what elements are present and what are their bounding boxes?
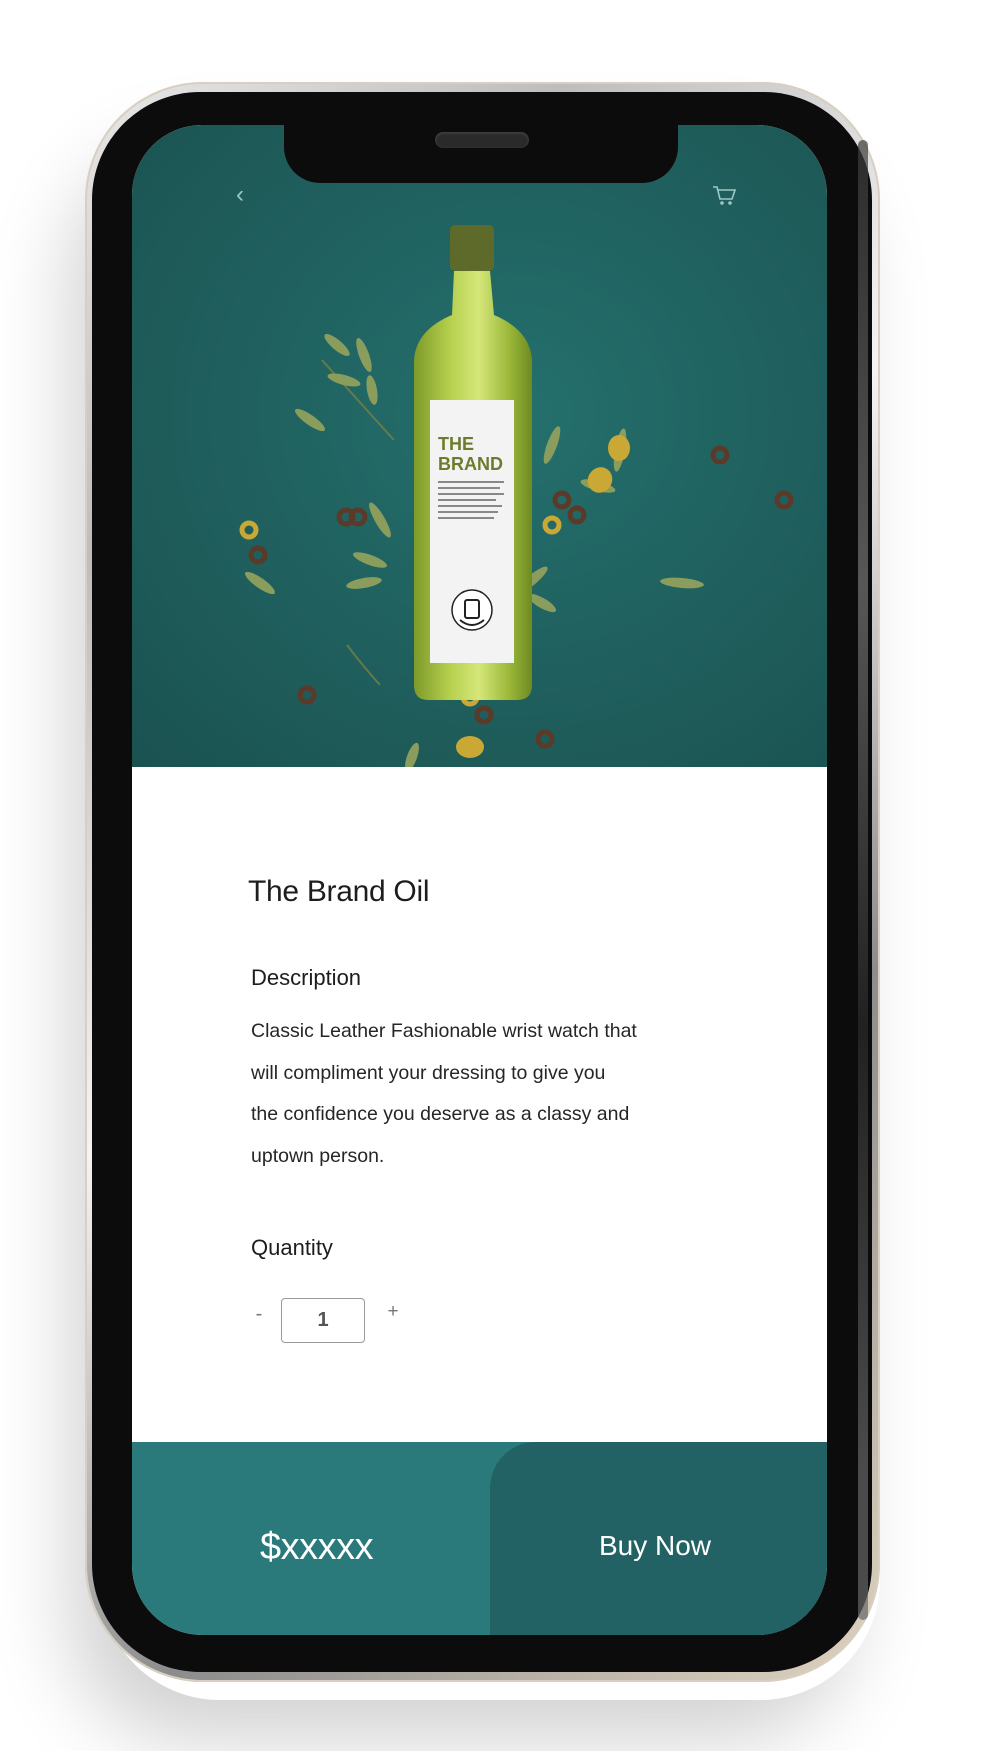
quantity-decrease-button[interactable]: - [250, 1302, 268, 1326]
product-image: THE BRAND [239, 225, 794, 767]
product-details: The Brand Oil Description Classic Leathe… [132, 767, 827, 1442]
description-heading: Description [251, 965, 362, 990]
product-title: The Brand Oil [248, 875, 430, 908]
phone-screen: THE BRAND ‹ The Brand Oil Description Cl… [132, 125, 827, 1635]
description-line: Classic Leather Fashionable wrist watch … [251, 1020, 637, 1042]
quantity-increase-button[interactable]: + [384, 1300, 402, 1324]
speaker-grille [435, 132, 529, 148]
chevron-left-icon[interactable]: ‹ [228, 181, 252, 209]
bottle-brand-label: THE [438, 434, 474, 454]
phone-notch [284, 125, 678, 183]
phone-side-edge [858, 140, 868, 1620]
description-line: will compliment your dressing to give yo… [251, 1061, 606, 1084]
checkout-bar: $xxxxx Buy Now [132, 1442, 827, 1635]
cart-icon[interactable] [710, 181, 738, 209]
product-hero: THE BRAND ‹ [132, 125, 827, 767]
svg-text:BRAND: BRAND [438, 454, 503, 474]
description-line: uptown person. [251, 1144, 385, 1167]
buy-now-button[interactable]: Buy Now [490, 1442, 827, 1635]
buy-now-label: Buy Now [598, 1530, 712, 1561]
quantity-heading: Quantity [251, 1235, 333, 1260]
price-label: $xxxxx [260, 1526, 374, 1568]
description-text: Classic Leather Fashionable wrist watch … [251, 1011, 691, 1177]
description-line: the confidence you deserve as a classy a… [251, 1103, 630, 1125]
quantity-input[interactable]: 1 [281, 1298, 365, 1343]
